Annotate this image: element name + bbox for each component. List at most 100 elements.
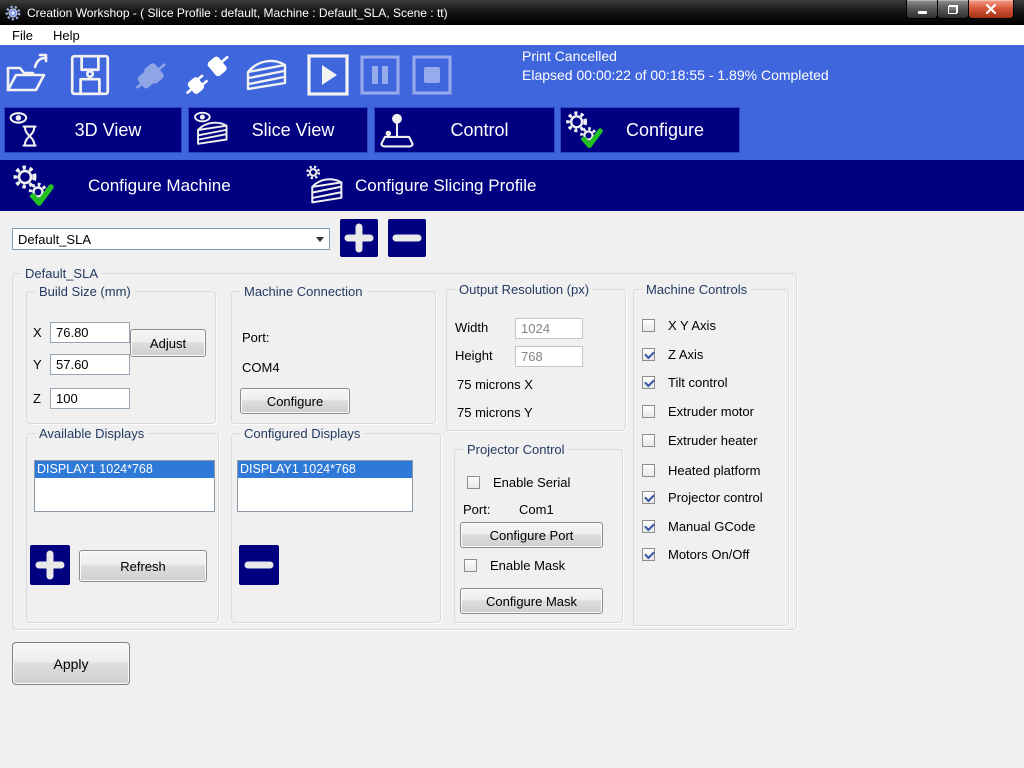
list-item-display1[interactable]: DISPLAY1 1024*768 xyxy=(35,461,214,478)
add-display-button[interactable] xyxy=(30,545,70,585)
z-label: Z xyxy=(33,391,41,406)
apply-button[interactable]: Apply xyxy=(12,642,130,685)
play-icon xyxy=(306,53,350,97)
print-status: Print Cancelled Elapsed 00:00:22 of 00:1… xyxy=(522,47,829,85)
save-floppy-icon xyxy=(68,52,112,98)
checkbox[interactable] xyxy=(467,476,480,489)
machine-profile-select[interactable]: Default_SLA xyxy=(12,228,330,250)
group-caption: Output Resolution (px) xyxy=(455,282,593,297)
checkbox[interactable] xyxy=(464,559,477,572)
build-y-input[interactable] xyxy=(50,354,130,375)
projector-control-group: Projector Control Enable Serial Port: Co… xyxy=(454,449,623,623)
checkbox[interactable] xyxy=(642,376,655,389)
checkbox[interactable] xyxy=(642,348,655,361)
joystick-icon xyxy=(375,111,419,149)
tab-label: Configure xyxy=(605,120,739,141)
output-resolution-group: Output Resolution (px) Width Height 75 m… xyxy=(446,289,626,431)
microns-x-label: 75 microns X xyxy=(457,377,533,392)
configure-gears-icon xyxy=(561,110,605,150)
menu-help[interactable]: Help xyxy=(45,28,88,43)
height-input xyxy=(515,346,583,367)
configure-slicing-icon xyxy=(305,165,345,207)
build-z-input[interactable] xyxy=(50,388,130,409)
minimize-icon xyxy=(918,11,927,14)
group-caption: Build Size (mm) xyxy=(35,284,135,299)
plus-icon xyxy=(344,223,374,253)
window-title: Creation Workshop - ( Slice Profile : de… xyxy=(27,6,448,20)
tab-label: Control xyxy=(419,120,554,141)
configure-mask-button[interactable]: Configure Mask xyxy=(460,588,603,614)
checkbox[interactable] xyxy=(642,464,655,477)
available-displays-list[interactable]: DISPLAY1 1024*768 xyxy=(34,460,215,512)
remove-display-button[interactable] xyxy=(239,545,279,585)
machine-connection-group: Machine Connection Port: COM4 Configure xyxy=(231,291,436,424)
subtab-label: Configure Machine xyxy=(88,176,231,196)
chevron-down-icon xyxy=(311,237,329,242)
close-button[interactable] xyxy=(968,0,1014,19)
adjust-button[interactable]: Adjust xyxy=(130,329,206,357)
status-line2: Elapsed 00:00:22 of 00:18:55 - 1.89% Com… xyxy=(522,66,829,85)
play-button[interactable] xyxy=(304,49,352,101)
configure-connection-button[interactable]: Configure xyxy=(240,388,350,414)
tab-slice-view[interactable]: Slice View xyxy=(188,107,368,153)
remove-profile-button[interactable] xyxy=(388,219,426,257)
configure-port-button[interactable]: Configure Port xyxy=(460,522,603,548)
restore-button[interactable] xyxy=(937,0,969,19)
build-size-group: Build Size (mm) X Y Z Adjust xyxy=(26,291,216,424)
menu-file[interactable]: File xyxy=(4,28,41,43)
save-button[interactable] xyxy=(66,49,114,101)
machine-controls-group: Machine Controls X Y Axis Z Axis Tilt co… xyxy=(633,289,789,626)
microns-y-label: 75 microns Y xyxy=(457,405,533,420)
refresh-displays-button[interactable]: Refresh xyxy=(79,550,207,582)
checkbox[interactable] xyxy=(642,319,655,332)
pause-button[interactable] xyxy=(356,49,404,101)
projector-port-label: Port: xyxy=(463,502,490,517)
tab-label: Slice View xyxy=(233,120,367,141)
machine-config-group: Default_SLA Build Size (mm) X Y Z Adjust… xyxy=(12,273,797,630)
subtab-configure-machine[interactable]: Configure Machine xyxy=(10,160,231,211)
plug-connected-icon xyxy=(129,52,175,98)
subtab-configure-slicing-profile[interactable]: Configure Slicing Profile xyxy=(305,160,536,211)
3d-view-icon xyxy=(5,111,49,149)
checkbox[interactable] xyxy=(642,434,655,447)
tab-3d-view[interactable]: 3D View xyxy=(4,107,182,153)
checkbox[interactable] xyxy=(642,491,655,504)
list-item-display1[interactable]: DISPLAY1 1024*768 xyxy=(238,461,412,478)
group-caption: Projector Control xyxy=(463,442,569,457)
tab-configure[interactable]: Configure xyxy=(560,107,740,153)
tab-label: 3D View xyxy=(49,120,181,141)
disconnect-button[interactable] xyxy=(184,49,232,101)
restore-icon xyxy=(948,5,958,14)
connect-button[interactable] xyxy=(128,49,176,101)
group-caption: Machine Controls xyxy=(642,282,751,297)
cake-slice-icon xyxy=(244,54,290,96)
group-caption: Machine Connection xyxy=(240,284,367,299)
open-folder-icon xyxy=(4,52,52,98)
minus-icon xyxy=(244,550,274,580)
checkbox[interactable] xyxy=(642,548,655,561)
minimize-button[interactable] xyxy=(906,0,938,19)
status-line1: Print Cancelled xyxy=(522,47,829,66)
checkbox[interactable] xyxy=(642,520,655,533)
group-caption: Configured Displays xyxy=(240,426,364,441)
checkbox[interactable] xyxy=(642,405,655,418)
tab-control[interactable]: Control xyxy=(374,107,555,153)
configured-displays-group: Configured Displays DISPLAY1 1024*768 xyxy=(231,433,441,623)
minus-icon xyxy=(392,223,422,253)
configured-displays-list[interactable]: DISPLAY1 1024*768 xyxy=(237,460,413,512)
stop-button[interactable] xyxy=(408,49,456,101)
plus-icon xyxy=(35,550,65,580)
selected-profile: Default_SLA xyxy=(13,232,311,247)
group-caption: Available Displays xyxy=(35,426,148,441)
add-profile-button[interactable] xyxy=(340,219,378,257)
group-caption: Default_SLA xyxy=(21,266,102,281)
available-displays-group: Available Displays DISPLAY1 1024*768 Ref… xyxy=(26,433,219,623)
close-icon xyxy=(986,4,996,14)
pause-icon xyxy=(359,54,401,96)
projector-port-value: Com1 xyxy=(519,502,554,517)
stop-icon xyxy=(411,54,453,96)
build-x-input[interactable] xyxy=(50,322,130,343)
slice-button[interactable] xyxy=(243,49,291,101)
open-file-button[interactable] xyxy=(4,49,52,101)
slice-view-icon xyxy=(189,111,233,149)
